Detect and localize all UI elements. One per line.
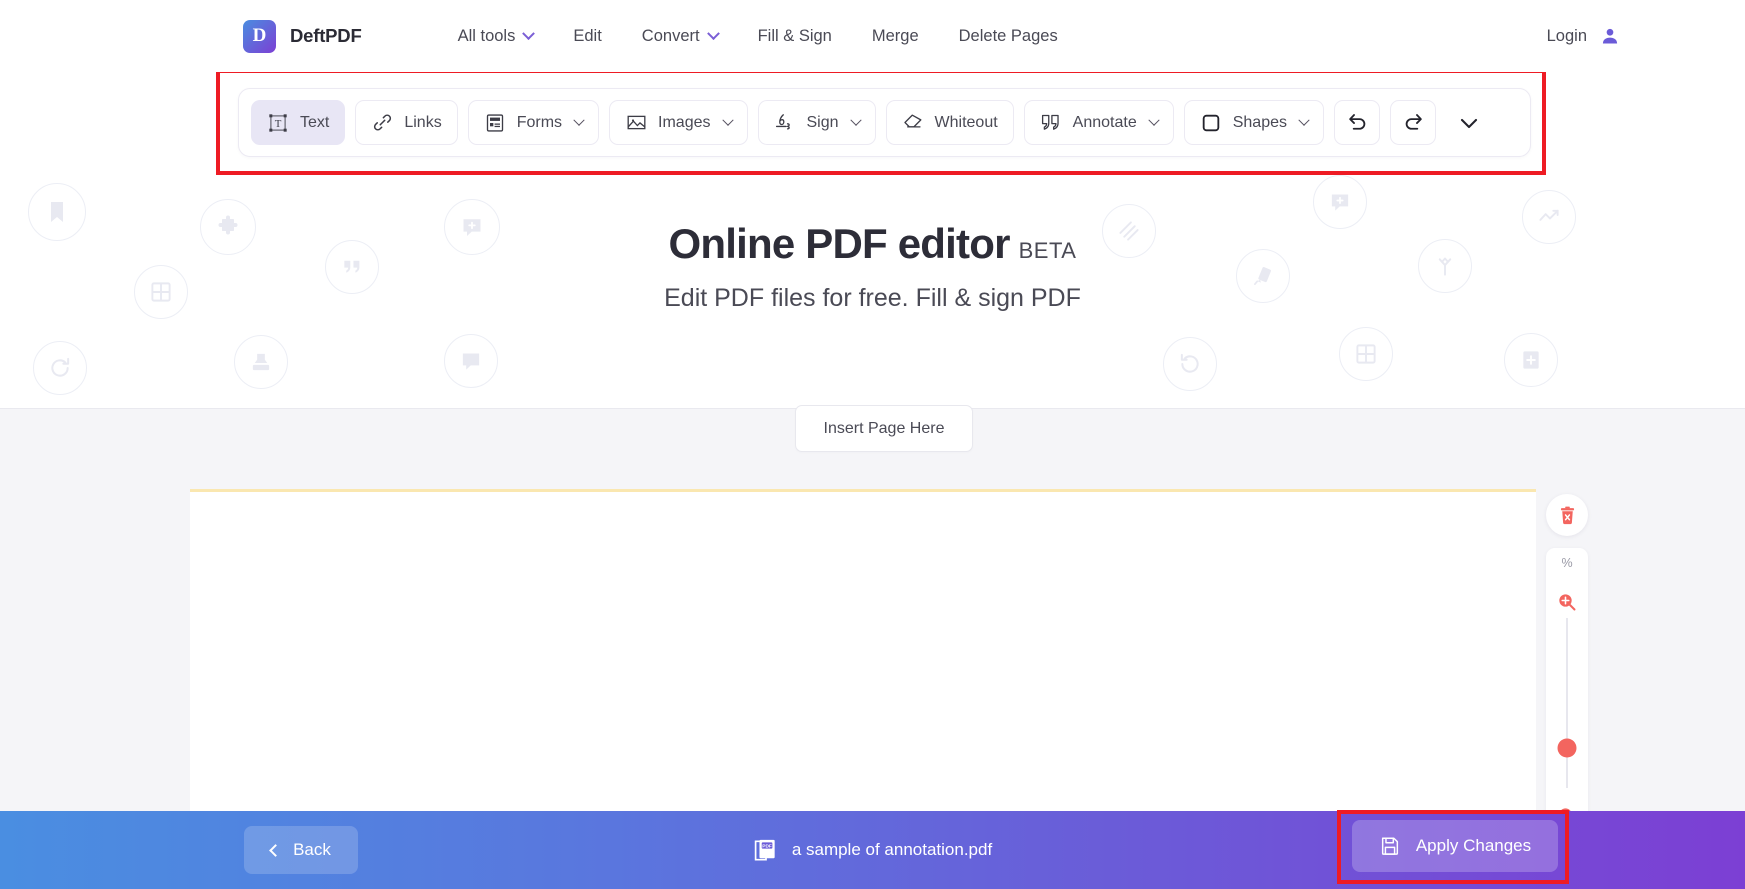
tool-label: Sign	[806, 113, 839, 131]
watermark-grid-table-icon	[1339, 327, 1393, 381]
redo-arrow-icon	[1405, 114, 1422, 130]
watermark-comment-box-icon	[444, 334, 498, 388]
rotate-ccw-icon	[1180, 353, 1199, 373]
tool-label: Forms	[516, 113, 563, 131]
tool-label: Annotate	[1072, 113, 1137, 131]
tool-button-shapes[interactable]: Shapes	[1183, 100, 1324, 145]
nav-item-fill-and-sign[interactable]: Fill & Sign	[758, 27, 832, 46]
tool-label: Shapes	[1232, 113, 1287, 131]
login-button[interactable]: Login	[1547, 26, 1620, 46]
tool-label: Text	[300, 113, 330, 131]
chevron-down-icon	[849, 114, 862, 126]
file-name-label: a sample of annotation.pdf	[791, 840, 993, 859]
chevron-down-icon	[1298, 114, 1310, 126]
deftpdf-logo-icon: D	[243, 19, 276, 53]
zoom-in-button[interactable]	[1557, 592, 1577, 617]
pdf-page-canvas[interactable]	[190, 489, 1536, 827]
nav-label: All tools	[457, 26, 516, 45]
hero-section: Online PDF editor BETA Edit PDF files for…	[0, 175, 1745, 408]
tool-label: Whiteout	[934, 113, 998, 131]
zoom-percent-label: %	[1561, 556, 1573, 570]
user-avatar-icon	[1602, 28, 1618, 44]
tool-button-images[interactable]: Images	[609, 100, 748, 145]
nav-label: Convert	[641, 26, 700, 45]
insert-page-here-button[interactable]: Insert Page Here	[795, 405, 973, 452]
deftpdf-editor-app: D DeftPDF All tools Edit Convert Fill & …	[0, 0, 1745, 889]
nav-label: Delete Pages	[958, 26, 1058, 45]
pdf-file-icon: PDF	[754, 839, 775, 860]
trash-delete-icon	[1560, 506, 1574, 524]
chevron-down-icon	[573, 114, 585, 126]
apply-changes-button[interactable]: Apply Changes	[1352, 820, 1558, 872]
tool-button-whiteout[interactable]: Whiteout	[885, 100, 1014, 145]
undo-arrow-icon	[1348, 114, 1365, 130]
nav-label: Merge	[871, 26, 919, 45]
nav-item-edit[interactable]: Edit	[573, 27, 601, 46]
brand-name: DeftPDF	[290, 25, 362, 46]
back-label: Back	[293, 840, 331, 859]
stamp-icon	[252, 353, 270, 371]
tool-button-sign[interactable]: Sign	[757, 100, 876, 145]
page-subtitle: Edit PDF files for free. Fill & sign PDF	[664, 284, 1081, 312]
tool-button-forms[interactable]: Forms	[467, 100, 600, 145]
tool-button-links[interactable]: Links	[355, 100, 458, 145]
nav-item-merge[interactable]: Merge	[872, 27, 919, 46]
save-floppy-icon	[1381, 837, 1398, 855]
link-chain-icon	[371, 112, 393, 134]
grid-table-icon	[1356, 344, 1376, 364]
watermark-add-page-icon	[1504, 333, 1558, 387]
zoom-in-icon	[1559, 594, 1576, 611]
watermark-stamp-icon	[234, 335, 288, 389]
tool-button-annotate[interactable]: Annotate	[1023, 100, 1174, 145]
nav-links: All tools Edit Convert Fill & Sign Merge…	[458, 27, 1098, 46]
beta-badge: BETA	[1018, 238, 1077, 263]
apply-changes-label: Apply Changes	[1415, 836, 1532, 855]
rotate-icon	[51, 357, 70, 377]
chevron-left-icon	[269, 843, 282, 857]
chevron-down-icon	[1148, 114, 1160, 126]
page-title-row: Online PDF editor BETA	[0, 220, 1745, 268]
chevron-down-icon	[522, 26, 536, 40]
toolbar-more-button[interactable]	[1446, 100, 1492, 145]
eraser-icon	[902, 112, 924, 134]
undo-button[interactable]	[1334, 100, 1380, 145]
square-icon	[1200, 112, 1222, 134]
chevron-down-icon	[706, 26, 720, 40]
tool-label: Links	[404, 113, 442, 131]
comment-plus-icon	[1331, 194, 1349, 211]
quote-icon	[1040, 112, 1062, 134]
login-label: Login	[1546, 26, 1587, 45]
chevron-down-icon	[721, 114, 734, 126]
nav-item-convert[interactable]: Convert	[641, 26, 720, 46]
nav-label: Edit	[573, 26, 602, 45]
add-page-icon	[1523, 351, 1539, 369]
hero-titles: Online PDF editor BETA Edit PDF files for…	[0, 220, 1745, 313]
zoom-slider-handle[interactable]	[1557, 738, 1577, 758]
page-title: Online PDF editor	[668, 220, 1011, 267]
svg-text:T: T	[275, 118, 282, 130]
chevron-down-icon	[1460, 118, 1478, 128]
comment-box-icon	[462, 353, 480, 370]
nav-item-delete-pages[interactable]: Delete Pages	[959, 27, 1058, 46]
back-button[interactable]: Back	[244, 826, 358, 874]
nav-item-all-tools[interactable]: All tools	[457, 26, 536, 46]
form-icon	[484, 112, 506, 134]
brand-logo-block[interactable]: D DeftPDF	[243, 19, 362, 53]
image-icon	[625, 112, 647, 134]
top-navigation-bar: D DeftPDF All tools Edit Convert Fill & …	[0, 0, 1745, 72]
watermark-rotate-ccw-icon	[1163, 337, 1217, 391]
svg-text:PDF: PDF	[762, 843, 772, 849]
delete-page-button[interactable]	[1546, 494, 1588, 536]
zoom-slider-track[interactable]	[1566, 618, 1568, 788]
nav-label: Fill & Sign	[757, 26, 832, 45]
text-box-icon: T	[267, 112, 289, 134]
redo-button[interactable]	[1390, 100, 1436, 145]
tool-label: Images	[658, 113, 711, 131]
editor-toolbar: T Text Links Forms Images Sign Whiteout …	[238, 88, 1531, 157]
signature-icon	[774, 112, 796, 134]
tool-button-text[interactable]: T Text	[251, 100, 346, 145]
watermark-rotate-icon	[33, 341, 87, 395]
zoom-control-rail[interactable]: %	[1546, 548, 1588, 831]
bottom-action-bar: Back PDF a sample of annotation.pdf Appl…	[0, 811, 1745, 889]
